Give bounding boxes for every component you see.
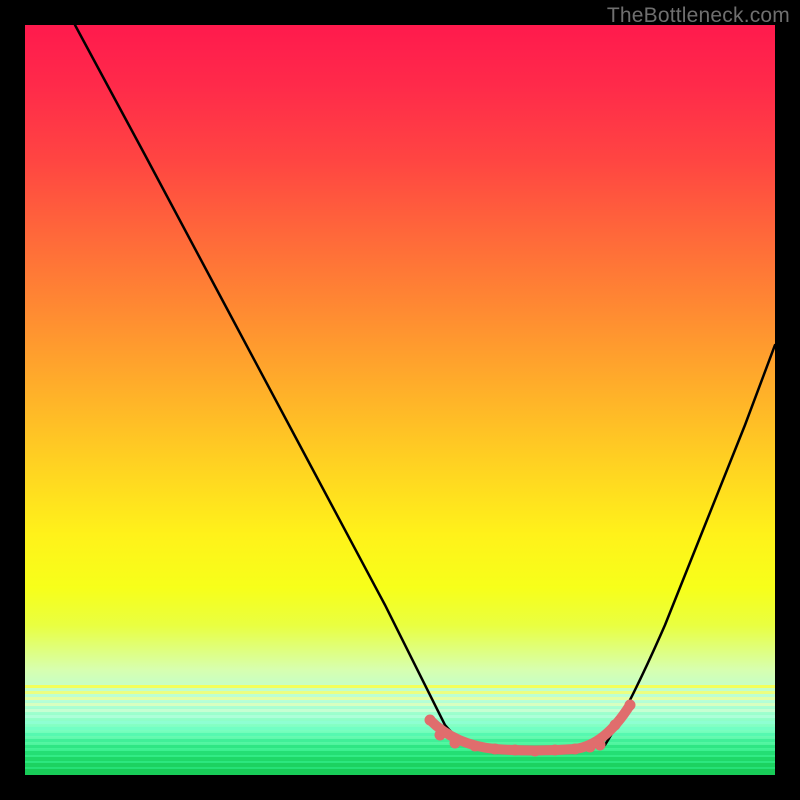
curve-path	[75, 25, 775, 751]
plot-area	[25, 25, 775, 775]
chart-stage: TheBottleneck.com	[0, 0, 800, 800]
marker-connector	[430, 705, 630, 751]
floor-markers	[425, 700, 635, 756]
chart-svg	[25, 25, 775, 775]
